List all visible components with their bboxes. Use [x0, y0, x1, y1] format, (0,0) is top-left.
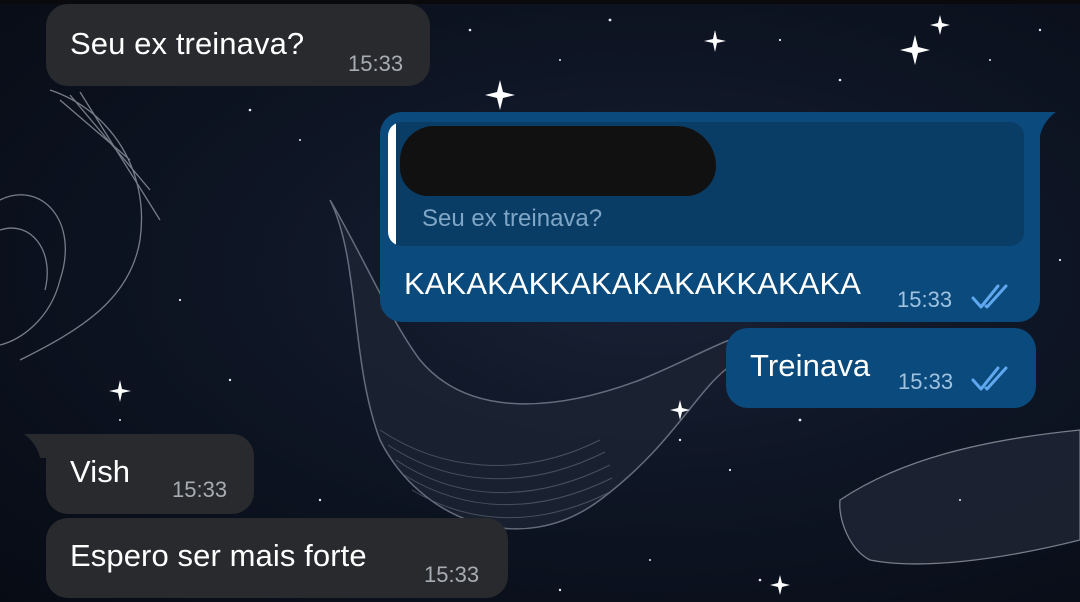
- reply-accent-bar: [388, 122, 396, 246]
- message-text: Espero ser mais forte: [70, 538, 367, 573]
- message-time: 15:33: [898, 369, 954, 394]
- message-text: Vish: [70, 454, 131, 489]
- message-time: 15:33: [897, 287, 953, 312]
- message-bubble-outgoing[interactable]: Seu ex treinava? KAKAKAKKAKAKAKAKKAKAKA …: [380, 112, 1040, 322]
- message-bubble-incoming[interactable]: Seu ex treinava? 15:33: [46, 4, 430, 86]
- message-text: KAKAKAKKAKAKAKAKKAKAKA: [404, 266, 862, 301]
- redacted-author-name: [400, 126, 716, 196]
- message-time: 15:33: [424, 562, 480, 587]
- bubble-tail: [1030, 112, 1056, 136]
- message-bubble-outgoing[interactable]: Treinava 15:33: [726, 328, 1036, 408]
- message-text: Treinava: [750, 348, 871, 383]
- message-bubble-incoming[interactable]: Espero ser mais forte 15:33: [46, 518, 508, 598]
- double-check-icon: [971, 284, 1008, 309]
- message-bubble-incoming[interactable]: Vish 15:33: [46, 434, 254, 514]
- reply-preview[interactable]: Seu ex treinava?: [388, 122, 1024, 246]
- message-time: 15:33: [172, 477, 228, 502]
- double-check-icon: [971, 366, 1008, 391]
- message-text: Seu ex treinava?: [70, 26, 305, 61]
- reply-quoted-text: Seu ex treinava?: [422, 205, 603, 232]
- message-time: 15:33: [348, 51, 404, 76]
